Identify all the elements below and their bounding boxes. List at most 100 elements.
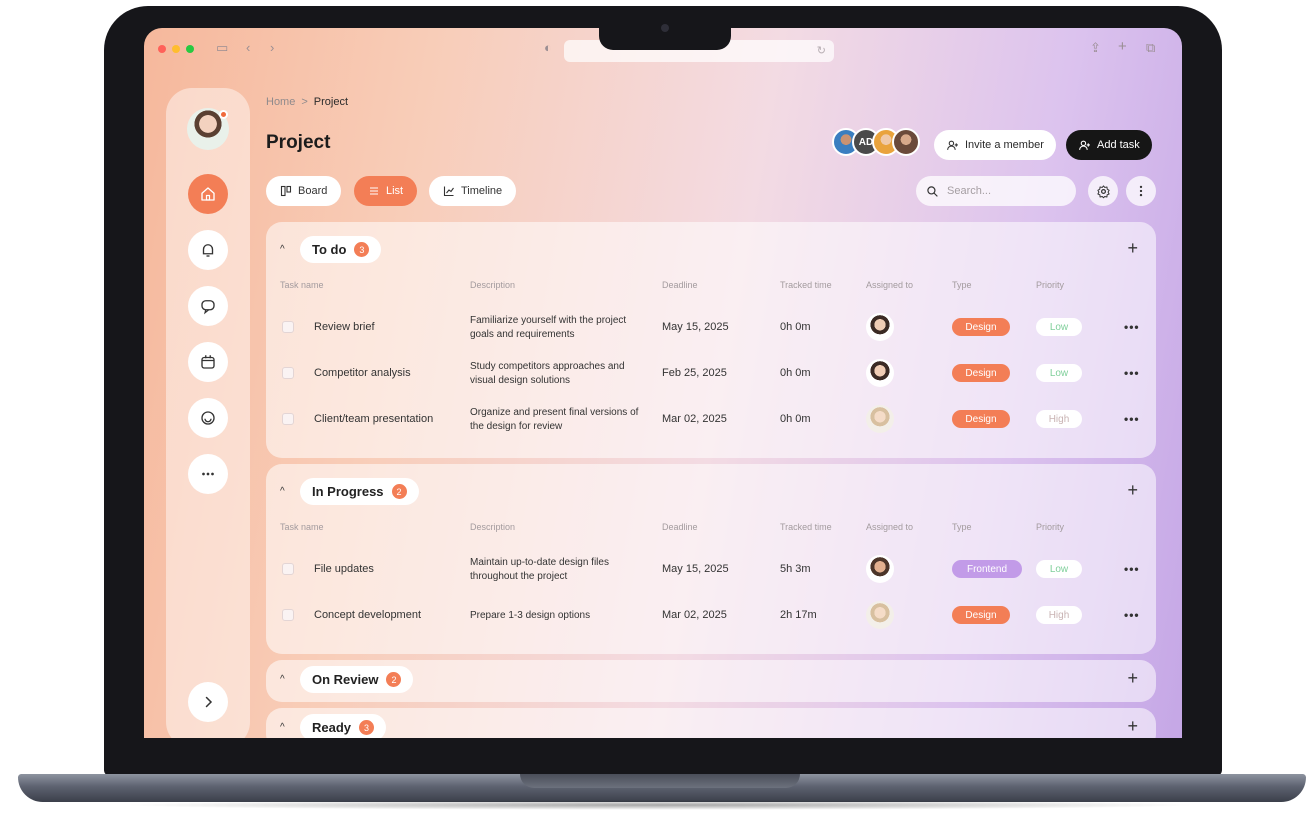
shield-icon[interactable]: ◐: [544, 40, 552, 55]
type-tag[interactable]: Design: [952, 318, 1010, 336]
priority-badge[interactable]: High: [1036, 606, 1082, 624]
column-header-task-name: Task name: [280, 280, 324, 290]
collapse-caret-icon[interactable]: ^: [280, 722, 290, 733]
user-avatar[interactable]: [187, 108, 229, 150]
table-row[interactable]: Client/team presentation Organize and pr…: [266, 398, 1156, 444]
group-title: In Progress: [312, 484, 384, 499]
type-tag[interactable]: Frontend: [952, 560, 1022, 578]
tab-board[interactable]: Board: [266, 176, 342, 206]
sidebar-expand-button[interactable]: [188, 682, 228, 722]
task-checkbox[interactable]: [282, 321, 294, 333]
laptop-shadow: [120, 800, 1200, 810]
breadcrumb-current: Project: [313, 96, 349, 108]
task-deadline: Mar 02, 2025: [662, 609, 727, 621]
assignee-avatar[interactable]: [866, 313, 894, 341]
forward-icon[interactable]: ›: [270, 40, 274, 55]
share-icon[interactable]: ⇪: [1090, 40, 1101, 56]
notification-dot: [219, 110, 228, 119]
group-header[interactable]: ^ Ready 3: [280, 714, 387, 738]
tab-list[interactable]: List: [354, 176, 418, 206]
reload-icon[interactable]: ↻: [817, 44, 826, 57]
task-name: Concept development: [314, 609, 422, 621]
member-avatars[interactable]: AD: [832, 128, 920, 156]
sidebar-more-button[interactable]: [188, 454, 228, 494]
task-checkbox[interactable]: [282, 563, 294, 575]
sidebar-notifications-button[interactable]: [188, 230, 228, 270]
group-header[interactable]: ^ To do 3: [280, 236, 382, 263]
column-header-assigned-to: Assigned to: [866, 280, 914, 290]
column-header-priority: Priority: [1036, 280, 1065, 290]
more-vertical-icon: [1139, 185, 1143, 197]
back-icon[interactable]: ‹: [246, 40, 250, 55]
column-header-task-name: Task name: [280, 522, 324, 532]
group-title-pill: To do 3: [300, 236, 382, 263]
add-task-button[interactable]: Add task: [1066, 130, 1152, 160]
column-header-deadline: Deadline: [662, 522, 698, 532]
table-row[interactable]: File updates Maintain up-to-date design …: [266, 548, 1156, 594]
task-name: Competitor analysis: [314, 367, 411, 379]
user-plus-icon: [1079, 140, 1090, 150]
row-more-button[interactable]: •••: [1124, 366, 1140, 380]
add-task-to-group-button[interactable]: +: [1127, 480, 1138, 501]
table-row[interactable]: Review brief Familiarize yourself with t…: [266, 306, 1156, 352]
add-task-to-group-button[interactable]: +: [1127, 238, 1138, 259]
task-checkbox[interactable]: [282, 609, 294, 621]
window-controls: [158, 45, 194, 53]
group-header[interactable]: ^ In Progress 2: [280, 478, 419, 505]
table-row[interactable]: Competitor analysis Study competitors ap…: [266, 352, 1156, 398]
assignee-avatar[interactable]: [866, 405, 894, 433]
more-options-button[interactable]: [1126, 176, 1156, 206]
row-more-button[interactable]: •••: [1124, 608, 1140, 622]
assignee-avatar[interactable]: [866, 555, 894, 583]
add-task-to-group-button[interactable]: +: [1127, 716, 1138, 737]
task-checkbox[interactable]: [282, 413, 294, 425]
row-more-button[interactable]: •••: [1124, 412, 1140, 426]
sidebar-calendar-button[interactable]: [188, 342, 228, 382]
group-title: To do: [312, 242, 347, 257]
group-title: Ready: [312, 720, 352, 735]
list-icon: [370, 187, 378, 195]
chevron-right-icon: [205, 696, 213, 708]
minimize-window-button[interactable]: [172, 45, 180, 53]
group-header[interactable]: ^ On Review 2: [280, 666, 414, 693]
invite-member-button[interactable]: Invite a member: [934, 130, 1056, 160]
settings-button[interactable]: [1088, 176, 1118, 206]
breadcrumb-home[interactable]: Home: [266, 96, 295, 108]
priority-badge[interactable]: Low: [1036, 318, 1082, 336]
user-plus-icon: [947, 140, 958, 150]
group-title-pill: In Progress 2: [300, 478, 419, 505]
tabs-overview-icon[interactable]: ⧉: [1146, 40, 1155, 56]
count-badge: 3: [354, 242, 370, 257]
sidebar-team-button[interactable]: [188, 398, 228, 438]
sidebar-messages-button[interactable]: [188, 286, 228, 326]
type-tag[interactable]: Design: [952, 364, 1010, 382]
close-window-button[interactable]: [158, 45, 166, 53]
new-tab-icon[interactable]: +: [1118, 38, 1127, 55]
type-tag[interactable]: Design: [952, 606, 1010, 624]
search-icon: [927, 185, 938, 197]
assignee-avatar[interactable]: [866, 601, 894, 629]
page-title: Project: [266, 132, 331, 153]
sidebar-toggle-icon[interactable]: ▭: [216, 40, 228, 56]
task-deadline: May 15, 2025: [662, 321, 729, 333]
table-row[interactable]: Concept development Prepare 1-3 design o…: [266, 594, 1156, 640]
priority-badge[interactable]: High: [1036, 410, 1082, 428]
search-input[interactable]: [947, 185, 1057, 197]
tab-timeline[interactable]: Timeline: [429, 176, 517, 206]
priority-badge[interactable]: Low: [1036, 560, 1082, 578]
priority-badge[interactable]: Low: [1036, 364, 1082, 382]
row-more-button[interactable]: •••: [1124, 562, 1140, 576]
task-checkbox[interactable]: [282, 367, 294, 379]
assignee-avatar[interactable]: [866, 359, 894, 387]
collapse-caret-icon[interactable]: ^: [280, 486, 290, 497]
type-tag[interactable]: Design: [952, 410, 1010, 428]
member-avatar[interactable]: [892, 128, 920, 156]
search-box[interactable]: [916, 176, 1076, 206]
row-more-button[interactable]: •••: [1124, 320, 1140, 334]
collapse-caret-icon[interactable]: ^: [280, 674, 290, 685]
task-deadline: Feb 25, 2025: [662, 367, 727, 379]
maximize-window-button[interactable]: [186, 45, 194, 53]
sidebar-home-button[interactable]: [188, 174, 228, 214]
collapse-caret-icon[interactable]: ^: [280, 244, 290, 255]
add-task-to-group-button[interactable]: +: [1127, 668, 1138, 689]
